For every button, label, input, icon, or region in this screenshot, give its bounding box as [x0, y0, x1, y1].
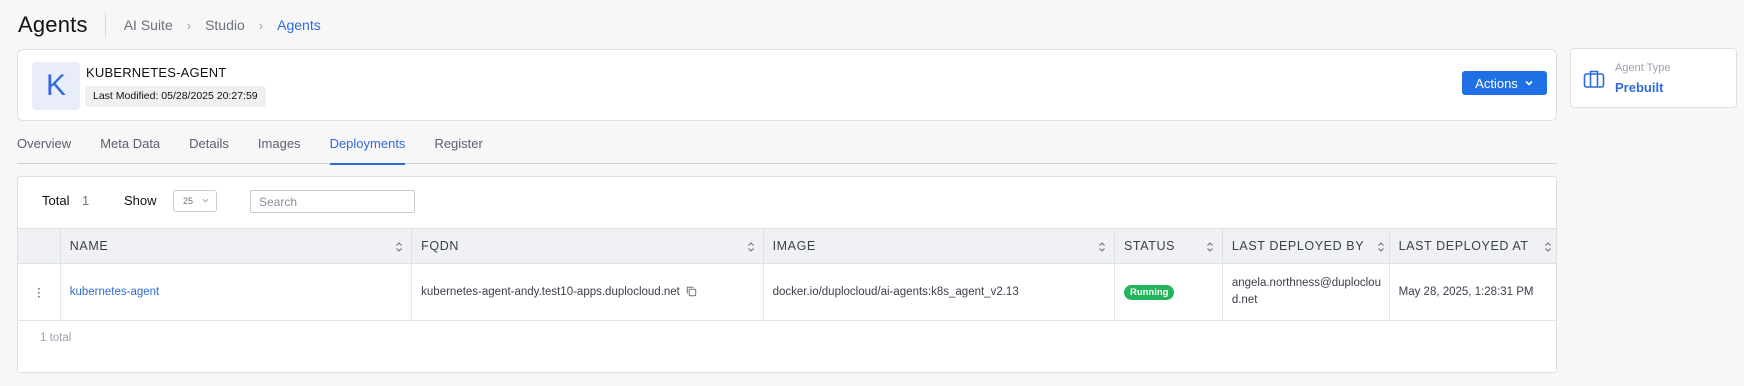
- agent-avatar: K: [32, 62, 80, 110]
- total-label: Total: [42, 193, 70, 208]
- column-header-fqdn[interactable]: FQDN: [411, 228, 764, 264]
- tab-deployments[interactable]: Deployments: [329, 136, 405, 165]
- actions-button[interactable]: Actions: [1462, 71, 1547, 95]
- chevron-down-icon: [202, 198, 209, 203]
- tab-meta-data[interactable]: Meta Data: [100, 136, 160, 164]
- column-header-label: NAME: [69, 239, 109, 253]
- column-header-actions: [18, 228, 61, 264]
- tab-bar: Overview Meta Data Details Images Deploy…: [17, 136, 1557, 165]
- breadcrumb-chevron-icon: ›: [186, 17, 192, 33]
- last-modified-badge: Last Modified: 05/28/2025 20:27:59: [85, 86, 266, 107]
- cell-deployed-by: angela.northness@duplocloud.net: [1222, 263, 1390, 321]
- tab-details[interactable]: Details: [189, 136, 229, 164]
- page-title: Agents: [18, 12, 88, 37]
- sort-icon[interactable]: [1098, 241, 1106, 253]
- chevron-down-icon: [1525, 80, 1533, 86]
- column-header-label: IMAGE: [772, 239, 816, 253]
- sort-icon[interactable]: [747, 241, 755, 253]
- search-input[interactable]: [250, 190, 415, 213]
- briefcase-icon: [1583, 70, 1605, 88]
- cell-fqdn: kubernetes-agent-andy.test10-apps.duploc…: [411, 263, 764, 321]
- total-count: 1: [82, 193, 90, 208]
- column-header-label: STATUS: [1123, 239, 1176, 253]
- cell-image: docker.io/duplocloud/ai-agents:k8s_agent…: [763, 263, 1115, 321]
- agent-type-card: Agent Type Prebuilt: [1570, 48, 1737, 108]
- column-header-last-deployed-by[interactable]: LAST DEPLOYED BY: [1222, 228, 1390, 264]
- agent-type-label: Agent Type: [1615, 62, 1671, 74]
- show-label: Show: [124, 193, 157, 208]
- column-header-label: FQDN: [421, 239, 459, 253]
- header-divider: [104, 13, 106, 37]
- sort-icon[interactable]: [1544, 241, 1552, 253]
- agent-name: KUBERNETES-AGENT: [86, 65, 227, 80]
- column-header-name[interactable]: NAME: [60, 228, 413, 264]
- deployments-panel: Total 1 Show 25 NAME FQDN IMAGE: [17, 176, 1557, 373]
- deployments-table: NAME FQDN IMAGE STATUS LAST DEPLOYED BY …: [18, 228, 1556, 321]
- column-header-image[interactable]: IMAGE: [763, 228, 1115, 264]
- status-badge: Running: [1123, 284, 1175, 300]
- tab-images[interactable]: Images: [258, 136, 301, 164]
- tab-overview[interactable]: Overview: [17, 136, 71, 164]
- table-toolbar: Total 1 Show 25: [18, 177, 1556, 228]
- column-header-last-deployed-at[interactable]: LAST DEPLOYED AT: [1389, 228, 1556, 264]
- table-row: ⋮ kubernetes-agent kubernetes-agent-andy…: [18, 263, 1556, 321]
- sort-icon[interactable]: [395, 241, 403, 253]
- page-header: Agents AI Suite › Studio › Agents: [18, 8, 321, 42]
- tab-register[interactable]: Register: [434, 136, 482, 164]
- column-header-status[interactable]: STATUS: [1114, 228, 1223, 264]
- agent-name-link[interactable]: kubernetes-agent: [70, 286, 160, 298]
- cell-status: Running: [1114, 263, 1223, 321]
- breadcrumb-agents[interactable]: Agents: [277, 17, 321, 33]
- actions-button-label: Actions: [1475, 75, 1518, 91]
- agent-summary-card: K KUBERNETES-AGENT Last Modified: 05/28/…: [17, 49, 1557, 121]
- breadcrumb-chevron-icon: ›: [258, 17, 264, 33]
- table-footer-total: 1 total: [40, 332, 72, 344]
- breadcrumb-ai-suite[interactable]: AI Suite: [124, 17, 173, 33]
- page-size-select[interactable]: 25: [173, 190, 217, 212]
- row-menu-icon[interactable]: ⋮: [18, 263, 61, 321]
- agent-type-value: Prebuilt: [1615, 80, 1664, 95]
- copy-icon[interactable]: [686, 286, 697, 297]
- fqdn-text: kubernetes-agent-andy.test10-apps.duploc…: [421, 286, 680, 298]
- cell-deployed-at: May 28, 2025, 1:28:31 PM: [1389, 263, 1556, 321]
- cell-name: kubernetes-agent: [60, 263, 413, 321]
- breadcrumb-studio[interactable]: Studio: [205, 17, 245, 33]
- table-header-row: NAME FQDN IMAGE STATUS LAST DEPLOYED BY …: [18, 228, 1556, 264]
- page-size-value: 25: [183, 196, 194, 206]
- column-header-label: LAST DEPLOYED AT: [1398, 239, 1529, 253]
- column-header-label: LAST DEPLOYED BY: [1231, 239, 1365, 253]
- sort-icon[interactable]: [1377, 241, 1385, 253]
- sort-icon[interactable]: [1206, 241, 1214, 253]
